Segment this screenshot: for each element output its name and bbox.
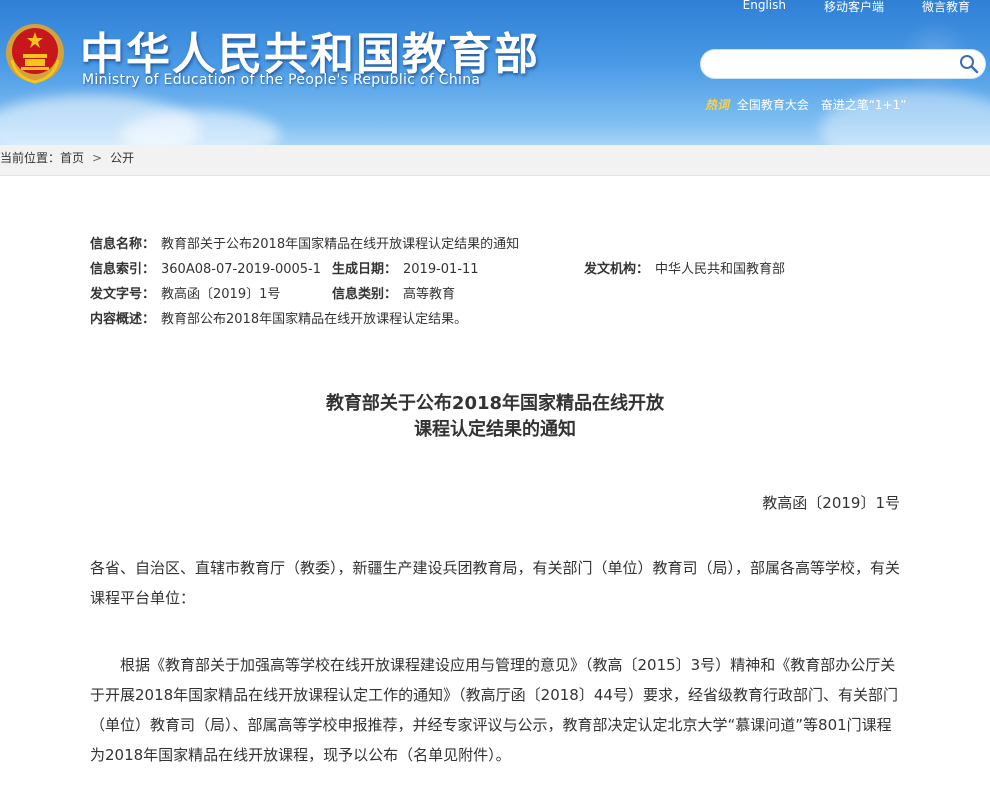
content-card: 信息名称： 教育部关于公布2018年国家精品在线开放课程认定结果的通知 信息索引：…: [0, 175, 990, 796]
meta-value: 2019-01-11: [403, 262, 479, 277]
meta-row-docno: 发文字号： 教高函〔2019〕1号 信息类别： 高等教育: [90, 283, 519, 308]
breadcrumb-separator: >: [92, 151, 103, 165]
meta-value: 教育部公布2018年国家精品在线开放课程认定结果。: [161, 312, 468, 327]
document-number: 教高函〔2019〕1号: [762, 494, 900, 512]
meta-value: 中华人民共和国教育部: [655, 262, 786, 277]
weiyan-link[interactable]: 微言教育: [922, 0, 970, 15]
meta-label: 信息索引：: [90, 262, 156, 277]
meta-value: 教育部关于公布2018年国家精品在线开放课程认定结果的通知: [161, 237, 520, 252]
meta-row-index: 信息索引： 360A08-07-2019-0005-1 生成日期： 2019-01-…: [90, 258, 785, 283]
document-title-line2: 课程认定结果的通知: [414, 419, 576, 440]
search-input[interactable]: [713, 54, 957, 76]
document-title-line1: 教育部关于公布2018年国家精品在线开放: [325, 393, 665, 414]
breadcrumb-public[interactable]: 公开: [110, 151, 134, 165]
meta-row-name: 信息名称： 教育部关于公布2018年国家精品在线开放课程认定结果的通知: [90, 233, 519, 258]
english-link[interactable]: English: [743, 0, 786, 15]
breadcrumb-prefix: 当前位置：: [0, 151, 61, 165]
hot-link-fenjin[interactable]: 奋进之笔“1+1”: [821, 98, 907, 112]
meta-label: 发文机构：: [584, 262, 650, 277]
meta-value: 360A08-07-2019-0005-1: [161, 262, 322, 277]
meta-value: 高等教育: [403, 287, 456, 302]
meta-label: 发文字号：: [90, 287, 156, 302]
meta-label: 信息类别：: [332, 287, 398, 302]
search-icon[interactable]: [959, 54, 979, 74]
hot-tag: 热词: [705, 98, 730, 112]
site-header: 中华人民共和国教育部 Ministry of Education of the …: [0, 0, 990, 145]
top-links: English 移动客户端 微言教育: [743, 0, 970, 15]
breadcrumb-home[interactable]: 首页: [60, 151, 84, 165]
hot-link-education-conference[interactable]: 全国教育大会: [737, 98, 809, 112]
meta-value: 教高函〔2019〕1号: [161, 287, 281, 302]
meta-label: 信息名称：: [90, 237, 156, 252]
national-emblem-icon[interactable]: [4, 20, 66, 86]
meta-row-summary: 内容概述： 教育部公布2018年国家精品在线开放课程认定结果。: [90, 308, 519, 333]
breadcrumb: 当前位置：首页 > 公开: [0, 149, 134, 166]
document-salutation: 各省、自治区、直辖市教育厅（教委），新疆生产建设兵团教育局，有关部门（单位）教育…: [90, 559, 901, 607]
document-metadata: 信息名称： 教育部关于公布2018年国家精品在线开放课程认定结果的通知 信息索引：…: [90, 233, 785, 333]
meta-label: 生成日期：: [332, 262, 398, 277]
mobile-client-link[interactable]: 移动客户端: [824, 0, 884, 15]
document-paragraph: 根据《教育部关于加强高等学校在线开放课程建设应用与管理的意见》（教高〔2015〕…: [90, 656, 898, 764]
meta-label: 内容概述：: [90, 312, 156, 327]
document-title: 教育部关于公布2018年国家精品在线开放 课程认定结果的通知: [0, 391, 990, 443]
site-subtitle: Ministry of Education of the People's Re…: [82, 72, 481, 88]
search-box: [700, 49, 986, 79]
hot-words: 热词 全国教育大会 奋进之笔“1+1”: [705, 96, 914, 113]
